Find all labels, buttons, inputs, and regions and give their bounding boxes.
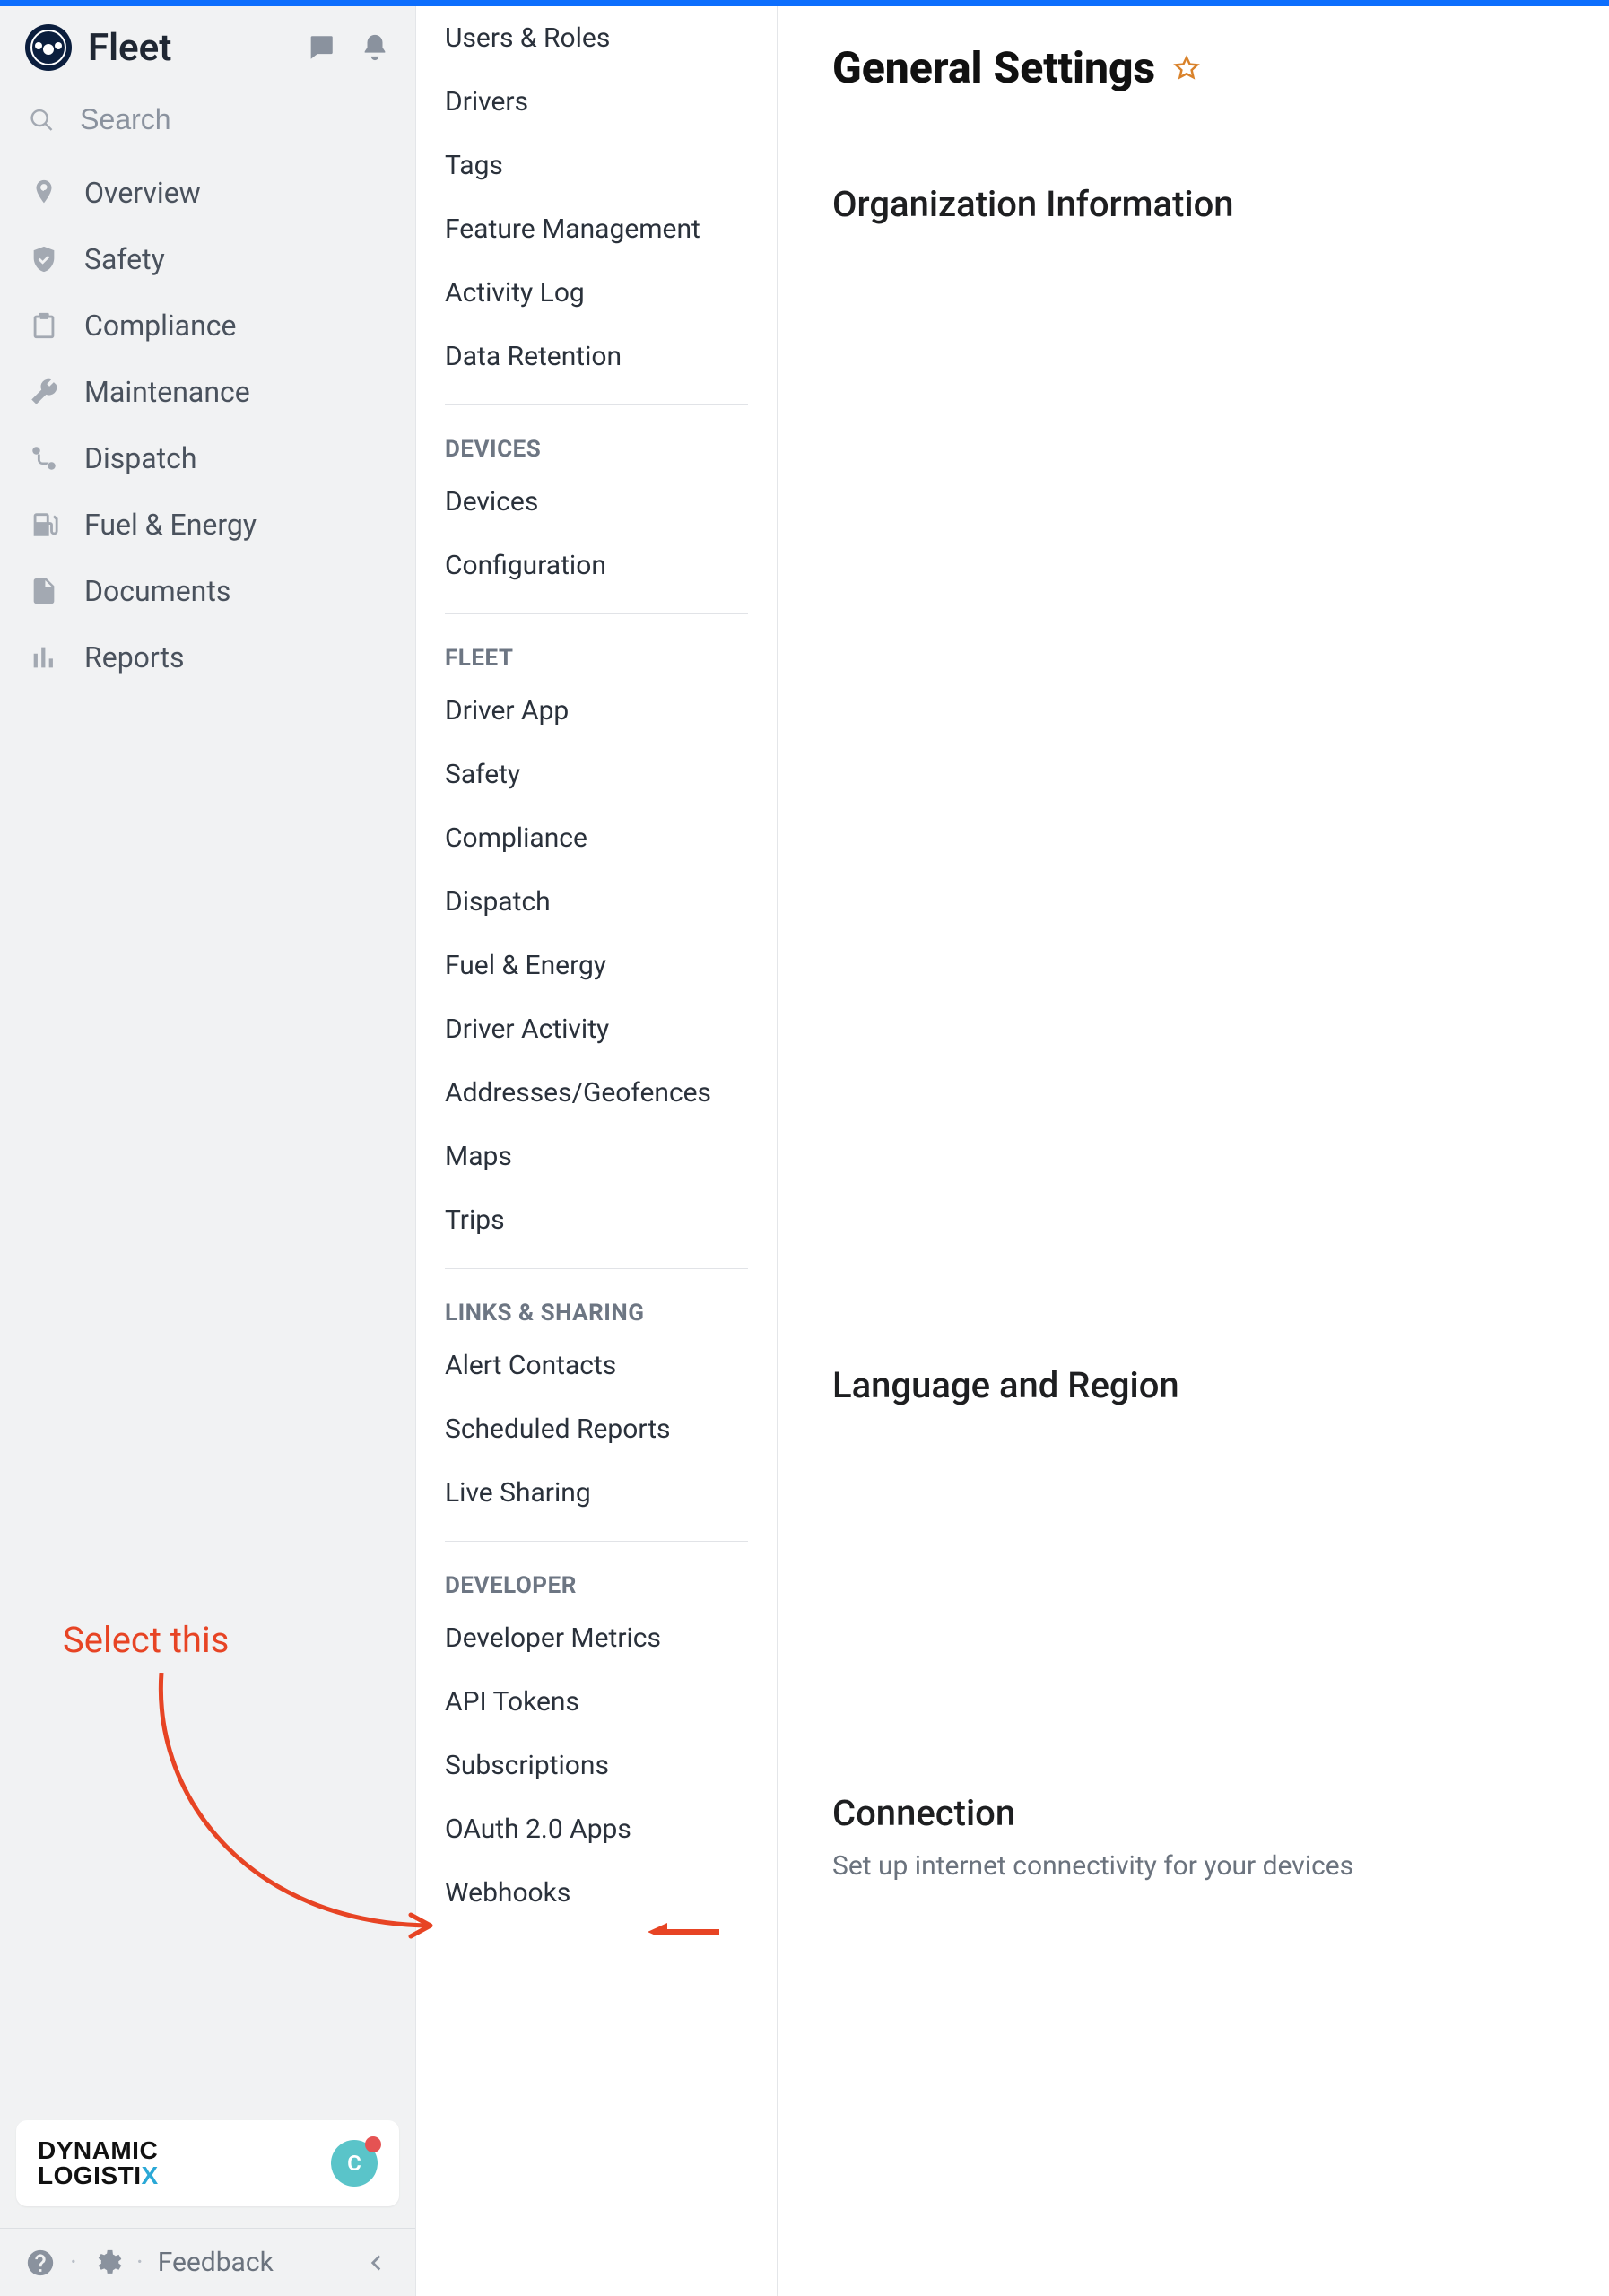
nav-item-safety[interactable]: Safety bbox=[0, 226, 415, 292]
settings-item-data-retention[interactable]: Data Retention bbox=[438, 325, 755, 388]
settings-item-oauth-apps[interactable]: OAuth 2.0 Apps bbox=[438, 1797, 755, 1861]
wrench-icon bbox=[29, 377, 59, 407]
settings-panel: Users & Roles Drivers Tags Feature Manag… bbox=[415, 6, 778, 2296]
settings-item-developer-metrics[interactable]: Developer Metrics bbox=[438, 1606, 755, 1670]
settings-item-subscriptions[interactable]: Subscriptions bbox=[438, 1734, 755, 1797]
user-avatar[interactable]: C bbox=[331, 2140, 378, 2187]
settings-item-webhooks[interactable]: Webhooks bbox=[438, 1861, 755, 1925]
nav-item-overview[interactable]: Overview bbox=[0, 160, 415, 226]
section-connection-desc: Set up internet connectivity for your de… bbox=[832, 1850, 1555, 1882]
gear-icon[interactable] bbox=[91, 2248, 122, 2278]
section-connection: Connection bbox=[832, 1792, 1555, 1834]
nav-item-compliance[interactable]: Compliance bbox=[0, 292, 415, 359]
divider bbox=[445, 1541, 748, 1542]
nav-item-reports[interactable]: Reports bbox=[0, 624, 415, 691]
chevron-left-icon[interactable] bbox=[360, 2248, 390, 2278]
divider bbox=[445, 1268, 748, 1269]
nav-label-fuel: Fuel & Energy bbox=[84, 508, 257, 542]
search-input[interactable] bbox=[80, 103, 390, 136]
annotation-label: Select this bbox=[63, 1619, 229, 1661]
settings-item-compliance[interactable]: Compliance bbox=[438, 806, 755, 870]
search-row[interactable] bbox=[0, 91, 415, 154]
avatar-initial: C bbox=[347, 2151, 361, 2176]
nav-label-documents: Documents bbox=[84, 574, 230, 608]
separator: · bbox=[70, 2247, 77, 2278]
settings-item-trips[interactable]: Trips bbox=[438, 1188, 755, 1252]
section-language-region: Language and Region bbox=[832, 1364, 1555, 1406]
search-icon bbox=[29, 105, 55, 135]
settings-item-users-roles[interactable]: Users & Roles bbox=[438, 6, 755, 70]
sidebar-footer: · · Feedback bbox=[0, 2228, 415, 2296]
settings-item-scheduled-reports[interactable]: Scheduled Reports bbox=[438, 1397, 755, 1461]
nav-item-fuel[interactable]: Fuel & Energy bbox=[0, 491, 415, 558]
document-icon bbox=[29, 576, 59, 606]
bell-icon[interactable] bbox=[360, 32, 390, 63]
settings-item-safety[interactable]: Safety bbox=[438, 743, 755, 806]
org-card[interactable]: DYNAMIC LOGISTIX C bbox=[16, 2120, 399, 2206]
map-pin-icon bbox=[29, 178, 59, 208]
settings-item-activity-log[interactable]: Activity Log bbox=[438, 261, 755, 325]
shield-check-icon bbox=[29, 244, 59, 274]
org-name-line2a: LOGISTI bbox=[38, 2161, 142, 2189]
org-name-line2b: X bbox=[142, 2161, 159, 2189]
settings-item-configuration[interactable]: Configuration bbox=[438, 534, 755, 597]
settings-item-addresses-geofences[interactable]: Addresses/Geofences bbox=[438, 1061, 755, 1125]
page-title: General Settings bbox=[832, 42, 1155, 93]
settings-group-links-sharing: LINKS & SHARING bbox=[438, 1285, 755, 1334]
settings-item-drivers[interactable]: Drivers bbox=[438, 70, 755, 134]
section-org-info: Organization Information bbox=[832, 183, 1555, 225]
sidebar-header: Fleet bbox=[0, 6, 415, 91]
org-name-line1: DYNAMIC bbox=[38, 2136, 158, 2164]
nav-label-dispatch: Dispatch bbox=[84, 441, 197, 475]
settings-item-live-sharing[interactable]: Live Sharing bbox=[438, 1461, 755, 1525]
settings-group-fleet: FLEET bbox=[438, 631, 755, 679]
help-icon[interactable] bbox=[25, 2248, 56, 2278]
settings-item-tags[interactable]: Tags bbox=[438, 134, 755, 197]
main-content: General Settings Organization Informatio… bbox=[778, 6, 1609, 2296]
route-icon bbox=[29, 443, 59, 474]
settings-item-driver-app[interactable]: Driver App bbox=[438, 679, 755, 743]
divider bbox=[445, 404, 748, 405]
settings-item-fuel-energy[interactable]: Fuel & Energy bbox=[438, 934, 755, 997]
annotation-curved-arrow-icon bbox=[144, 1673, 448, 1951]
notification-dot bbox=[365, 2136, 381, 2152]
settings-item-maps[interactable]: Maps bbox=[438, 1125, 755, 1188]
org-name: DYNAMIC LOGISTIX bbox=[38, 2138, 159, 2188]
settings-item-feature-management[interactable]: Feature Management bbox=[438, 197, 755, 261]
chat-icon[interactable] bbox=[306, 32, 336, 63]
primary-sidebar: Fleet Overview Safety Compliance Mainten… bbox=[0, 6, 415, 2296]
nav-label-reports: Reports bbox=[84, 640, 185, 674]
clipboard-icon bbox=[29, 310, 59, 341]
page-title-row: General Settings bbox=[832, 42, 1555, 93]
nav-label-overview: Overview bbox=[84, 176, 201, 210]
bar-chart-icon bbox=[29, 642, 59, 673]
settings-group-devices: DEVICES bbox=[438, 422, 755, 470]
fleet-logo-icon bbox=[25, 24, 72, 71]
settings-item-devices[interactable]: Devices bbox=[438, 470, 755, 534]
primary-nav: Overview Safety Compliance Maintenance D… bbox=[0, 154, 415, 696]
separator: · bbox=[136, 2247, 144, 2278]
fuel-pump-icon bbox=[29, 509, 59, 540]
feedback-link[interactable]: Feedback bbox=[158, 2247, 274, 2278]
settings-item-driver-activity[interactable]: Driver Activity bbox=[438, 997, 755, 1061]
settings-item-dispatch[interactable]: Dispatch bbox=[438, 870, 755, 934]
star-outline-icon[interactable] bbox=[1173, 55, 1200, 82]
annotation-short-arrow-icon bbox=[648, 1922, 719, 1935]
nav-label-compliance: Compliance bbox=[84, 309, 236, 343]
brand-name: Fleet bbox=[88, 26, 306, 70]
nav-item-dispatch[interactable]: Dispatch bbox=[0, 425, 415, 491]
settings-group-developer: DEVELOPER bbox=[438, 1558, 755, 1606]
nav-item-maintenance[interactable]: Maintenance bbox=[0, 359, 415, 425]
nav-label-maintenance: Maintenance bbox=[84, 375, 250, 409]
settings-item-alert-contacts[interactable]: Alert Contacts bbox=[438, 1334, 755, 1397]
divider bbox=[445, 613, 748, 614]
nav-label-safety: Safety bbox=[84, 242, 165, 276]
top-accent-bar bbox=[0, 0, 1609, 6]
settings-item-api-tokens[interactable]: API Tokens bbox=[438, 1670, 755, 1734]
nav-item-documents[interactable]: Documents bbox=[0, 558, 415, 624]
